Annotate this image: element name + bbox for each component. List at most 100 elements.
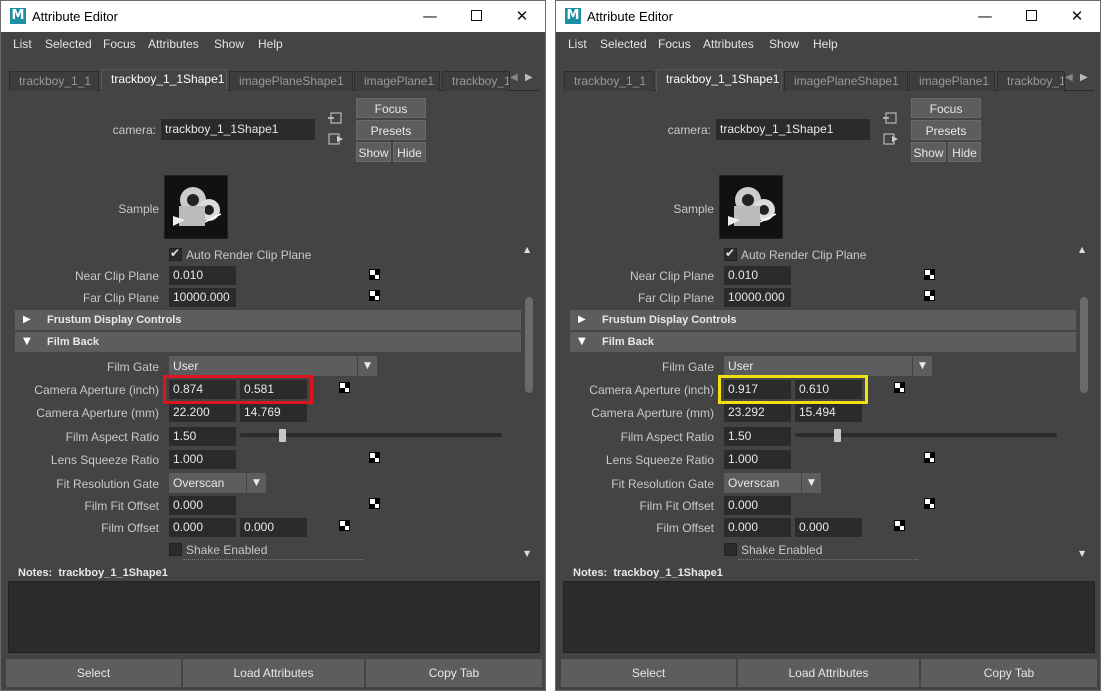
camera-aperture-mm-y-field[interactable]: 15.494 (795, 403, 862, 422)
film-aspect-ratio-field[interactable]: 1.50 (169, 427, 236, 446)
tab-1[interactable]: trackboy_1_1Shape1 (101, 69, 227, 92)
menu-help[interactable]: Help (258, 37, 283, 51)
film-gate-dropdown[interactable]: User ▼ (169, 356, 377, 376)
film-offset-map-button[interactable] (894, 520, 905, 531)
film-back-header[interactable]: ▼ Film Back (570, 332, 1076, 352)
menu-focus[interactable]: Focus (658, 37, 691, 51)
near-clip-map-button[interactable] (369, 269, 380, 280)
tab-scroll-right-icon[interactable]: ▶ (1080, 72, 1088, 83)
presets-button[interactable]: Presets (911, 120, 981, 140)
camera-aperture-mm-x-field[interactable]: 22.200 (169, 403, 236, 422)
camera-aperture-inch-map-button[interactable] (894, 382, 905, 393)
close-button[interactable]: ✕ (499, 1, 545, 32)
film-offset-map-button[interactable] (339, 520, 350, 531)
far-clip-map-button[interactable] (924, 290, 935, 301)
tab-0[interactable]: trackboy_1_1 (9, 71, 99, 91)
tab-4[interactable]: trackboy_1_ (997, 71, 1065, 91)
fit-resolution-gate-dropdown[interactable]: Overscan ▼ (169, 473, 266, 493)
film-fit-offset-field[interactable]: 0.000 (169, 496, 236, 515)
focus-button[interactable]: Focus (356, 98, 426, 118)
film-back-header[interactable]: ▼ Film Back (15, 332, 521, 352)
lens-squeeze-ratio-field[interactable]: 1.000 (724, 450, 791, 469)
copy-tab-button[interactable]: Copy Tab (921, 659, 1097, 687)
menu-attributes[interactable]: Attributes (703, 37, 754, 51)
load-attributes-button[interactable]: Load Attributes (738, 659, 919, 687)
shake-enabled-checkbox[interactable] (724, 543, 737, 556)
tab-scroll-left-icon[interactable]: ◀ (510, 72, 518, 83)
hide-button[interactable]: Hide (393, 142, 426, 162)
film-aspect-ratio-slider-handle[interactable] (279, 429, 286, 442)
scroll-down-icon[interactable]: ▼ (1079, 549, 1085, 558)
minimize-button[interactable]: — (962, 1, 1008, 32)
lens-squeeze-map-button[interactable] (369, 452, 380, 463)
scroll-up-icon[interactable]: ▲ (1079, 245, 1085, 254)
output-connection-icon[interactable] (883, 132, 899, 146)
maximize-button[interactable] (1008, 1, 1054, 32)
close-button[interactable]: ✕ (1054, 1, 1100, 32)
film-offset-x-field[interactable]: 0.000 (724, 518, 791, 537)
tab-scroll-left-icon[interactable]: ◀ (1065, 72, 1073, 83)
film-offset-y-field[interactable]: 0.000 (795, 518, 862, 537)
tab-2[interactable]: imagePlaneShape1 (784, 71, 908, 91)
near-clip-field[interactable]: 0.010 (724, 266, 791, 285)
select-button[interactable]: Select (6, 659, 181, 687)
far-clip-field[interactable]: 10000.000 (724, 288, 791, 307)
film-aspect-ratio-slider-handle[interactable] (834, 429, 841, 442)
select-button[interactable]: Select (561, 659, 736, 687)
output-connection-icon[interactable] (328, 132, 344, 146)
input-connection-icon[interactable] (328, 111, 344, 125)
far-clip-field[interactable]: 10000.000 (169, 288, 236, 307)
film-fit-offset-map-button[interactable] (924, 498, 935, 509)
show-button[interactable]: Show (356, 142, 391, 162)
shake-enabled-checkbox[interactable] (169, 543, 182, 556)
menu-list[interactable]: List (568, 37, 587, 51)
maximize-button[interactable] (453, 1, 499, 32)
menu-show[interactable]: Show (214, 37, 244, 51)
menu-attributes[interactable]: Attributes (148, 37, 199, 51)
far-clip-map-button[interactable] (369, 290, 380, 301)
film-offset-x-field[interactable]: 0.000 (169, 518, 236, 537)
input-connection-icon[interactable] (883, 111, 899, 125)
menu-show[interactable]: Show (769, 37, 799, 51)
tab-3[interactable]: imagePlane1 (354, 71, 440, 91)
near-clip-field[interactable]: 0.010 (169, 266, 236, 285)
menu-list[interactable]: List (13, 37, 32, 51)
hide-button[interactable]: Hide (948, 142, 981, 162)
camera-aperture-mm-y-field[interactable]: 14.769 (240, 403, 307, 422)
scrollbar-thumb[interactable] (525, 297, 533, 393)
frustum-display-controls-header[interactable]: ▶ Frustum Display Controls (570, 310, 1076, 330)
tab-3[interactable]: imagePlane1 (909, 71, 995, 91)
scroll-down-icon[interactable]: ▼ (524, 549, 530, 558)
menu-selected[interactable]: Selected (600, 37, 647, 51)
film-fit-offset-field[interactable]: 0.000 (724, 496, 791, 515)
camera-aperture-mm-x-field[interactable]: 23.292 (724, 403, 791, 422)
film-gate-dropdown[interactable]: User ▼ (724, 356, 932, 376)
film-offset-y-field[interactable]: 0.000 (240, 518, 307, 537)
copy-tab-button[interactable]: Copy Tab (366, 659, 542, 687)
panel-resize-handle[interactable] (183, 559, 363, 560)
notes-text-area[interactable] (8, 581, 540, 653)
panel-resize-handle[interactable] (738, 559, 918, 560)
attributes-scrollbar[interactable]: ▲ ▼ (523, 245, 535, 558)
near-clip-map-button[interactable] (924, 269, 935, 280)
scrollbar-thumb[interactable] (1080, 297, 1088, 393)
tab-2[interactable]: imagePlaneShape1 (229, 71, 353, 91)
fit-resolution-gate-dropdown[interactable]: Overscan ▼ (724, 473, 821, 493)
tab-0[interactable]: trackboy_1_1 (564, 71, 654, 91)
tab-1[interactable]: trackboy_1_1Shape1 (656, 69, 782, 92)
tab-4[interactable]: trackboy_1_ (442, 71, 510, 91)
lens-squeeze-map-button[interactable] (924, 452, 935, 463)
focus-button[interactable]: Focus (911, 98, 981, 118)
tab-scroll-right-icon[interactable]: ▶ (525, 72, 533, 83)
auto-render-clip-checkbox[interactable]: ✔ (724, 246, 737, 261)
attributes-scrollbar[interactable]: ▲ ▼ (1078, 245, 1090, 558)
film-aspect-ratio-field[interactable]: 1.50 (724, 427, 791, 446)
lens-squeeze-ratio-field[interactable]: 1.000 (169, 450, 236, 469)
load-attributes-button[interactable]: Load Attributes (183, 659, 364, 687)
presets-button[interactable]: Presets (356, 120, 426, 140)
camera-aperture-inch-map-button[interactable] (339, 382, 350, 393)
scroll-up-icon[interactable]: ▲ (524, 245, 530, 254)
camera-name-field[interactable]: trackboy_1_1Shape1 (161, 119, 315, 140)
menu-help[interactable]: Help (813, 37, 838, 51)
camera-name-field[interactable]: trackboy_1_1Shape1 (716, 119, 870, 140)
